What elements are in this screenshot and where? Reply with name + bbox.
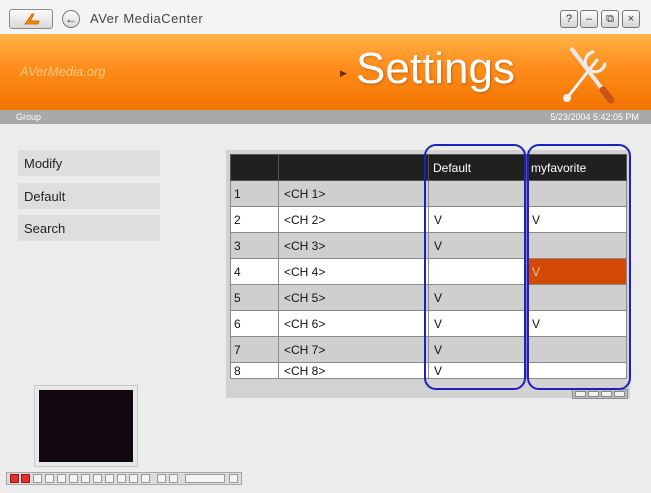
- section-title: Settings: [356, 44, 515, 93]
- favorite-cell[interactable]: [526, 336, 627, 363]
- favorite-cell[interactable]: [526, 180, 627, 207]
- favorite-cell[interactable]: V: [526, 206, 627, 233]
- default-cell[interactable]: V: [428, 336, 527, 363]
- channel-down-icon[interactable]: [129, 474, 138, 483]
- table-pager[interactable]: [572, 389, 628, 399]
- table-row[interactable]: 3 <CH 3> V: [230, 232, 627, 259]
- channel-name: <CH 7>: [278, 336, 429, 363]
- default-cell[interactable]: [428, 180, 527, 207]
- favorite-cell[interactable]: [526, 232, 627, 259]
- column-header-myfavorite[interactable]: myfavorite: [526, 154, 627, 181]
- section-marker-icon: ▶: [340, 68, 347, 78]
- title-bar: ← AVer MediaCenter ? – ⧉ ×: [0, 0, 651, 34]
- pager-first-icon[interactable]: [575, 391, 586, 397]
- channel-table-panel: Default myfavorite 1 <CH 1> 2 <CH 2> V V: [226, 150, 630, 398]
- default-cell[interactable]: V: [428, 206, 527, 233]
- close-button[interactable]: ×: [622, 10, 640, 28]
- record-icon[interactable]: [10, 474, 19, 483]
- snapshot-icon[interactable]: [81, 474, 90, 483]
- favorite-cell[interactable]: [526, 362, 627, 379]
- pager-last-icon[interactable]: [614, 391, 625, 397]
- column-header-number: [230, 154, 279, 181]
- playback-control-strip: [6, 472, 242, 485]
- volume-down-icon[interactable]: [157, 474, 166, 483]
- table-row[interactable]: 2 <CH 2> V V: [230, 206, 627, 233]
- restore-button[interactable]: ⧉: [601, 10, 619, 28]
- loop-icon[interactable]: [105, 474, 114, 483]
- forward-icon[interactable]: [69, 474, 78, 483]
- channel-name: <CH 5>: [278, 284, 429, 311]
- play-icon[interactable]: [45, 474, 54, 483]
- rewind-icon[interactable]: [33, 474, 42, 483]
- channel-name: <CH 2>: [278, 206, 429, 233]
- app-title: AVer MediaCenter: [90, 11, 204, 26]
- fullscreen-icon[interactable]: [229, 474, 238, 483]
- status-timestamp: 5/23/2004 5:42:05 PM: [550, 112, 639, 122]
- pause-icon[interactable]: [57, 474, 66, 483]
- table-row[interactable]: 1 <CH 1>: [230, 180, 627, 207]
- back-button[interactable]: ←: [62, 10, 80, 28]
- logo-button[interactable]: [9, 9, 53, 29]
- aver-logo-icon: [24, 13, 40, 25]
- default-cell[interactable]: V: [428, 232, 527, 259]
- channel-number: 3: [230, 232, 279, 259]
- channel-name: <CH 4>: [278, 258, 429, 285]
- channel-number: 4: [230, 258, 279, 285]
- timeshift-icon[interactable]: [93, 474, 102, 483]
- channel-number: 2: [230, 206, 279, 233]
- app-window: ← AVer MediaCenter ? – ⧉ × AVerMedia.org…: [0, 0, 651, 493]
- column-header-channel: [278, 154, 429, 181]
- volume-slider[interactable]: [185, 474, 225, 483]
- pager-next-icon[interactable]: [601, 391, 612, 397]
- favorite-cell[interactable]: [526, 284, 627, 311]
- minimize-button[interactable]: –: [580, 10, 598, 28]
- brand-watermark: AVerMedia.org: [20, 64, 106, 79]
- table-row[interactable]: 6 <CH 6> V V: [230, 310, 627, 337]
- default-cell[interactable]: V: [428, 310, 527, 337]
- menu-item-search[interactable]: Search: [18, 215, 160, 241]
- menu-item-modify[interactable]: Modify: [18, 150, 160, 176]
- channel-number: 7: [230, 336, 279, 363]
- favorite-cell-selected[interactable]: V: [526, 258, 627, 285]
- channel-number: 5: [230, 284, 279, 311]
- default-cell[interactable]: [428, 258, 527, 285]
- status-strip: Group 5/23/2004 5:42:05 PM: [0, 110, 651, 124]
- default-cell[interactable]: V: [428, 284, 527, 311]
- default-cell[interactable]: V: [428, 362, 527, 379]
- channel-name: <CH 1>: [278, 180, 429, 207]
- column-header-default[interactable]: Default: [428, 154, 527, 181]
- group-label: Group: [16, 112, 42, 122]
- mute-icon[interactable]: [117, 474, 126, 483]
- video-preview[interactable]: [39, 390, 133, 462]
- section-banner: AVerMedia.org ▶ Settings: [0, 34, 651, 110]
- favorite-cell[interactable]: V: [526, 310, 627, 337]
- help-button[interactable]: ?: [560, 10, 578, 28]
- channel-number: 1: [230, 180, 279, 207]
- table-header-row: Default myfavorite: [230, 154, 627, 181]
- channel-number: 8: [230, 362, 279, 379]
- table-row[interactable]: 8 <CH 8> V: [230, 362, 627, 379]
- channel-name: <CH 3>: [278, 232, 429, 259]
- channel-up-icon[interactable]: [141, 474, 150, 483]
- table-row[interactable]: 4 <CH 4> V: [230, 258, 627, 285]
- channel-number: 6: [230, 310, 279, 337]
- table-row[interactable]: 7 <CH 7> V: [230, 336, 627, 363]
- wrench-screwdriver-icon: [563, 46, 615, 104]
- video-preview-frame: [34, 385, 138, 467]
- menu-item-default[interactable]: Default: [18, 183, 160, 209]
- channel-table: Default myfavorite 1 <CH 1> 2 <CH 2> V V: [230, 154, 627, 379]
- volume-up-icon[interactable]: [169, 474, 178, 483]
- table-row[interactable]: 5 <CH 5> V: [230, 284, 627, 311]
- channel-name: <CH 8>: [278, 362, 429, 379]
- stop-icon[interactable]: [21, 474, 30, 483]
- pager-prev-icon[interactable]: [588, 391, 599, 397]
- channel-name: <CH 6>: [278, 310, 429, 337]
